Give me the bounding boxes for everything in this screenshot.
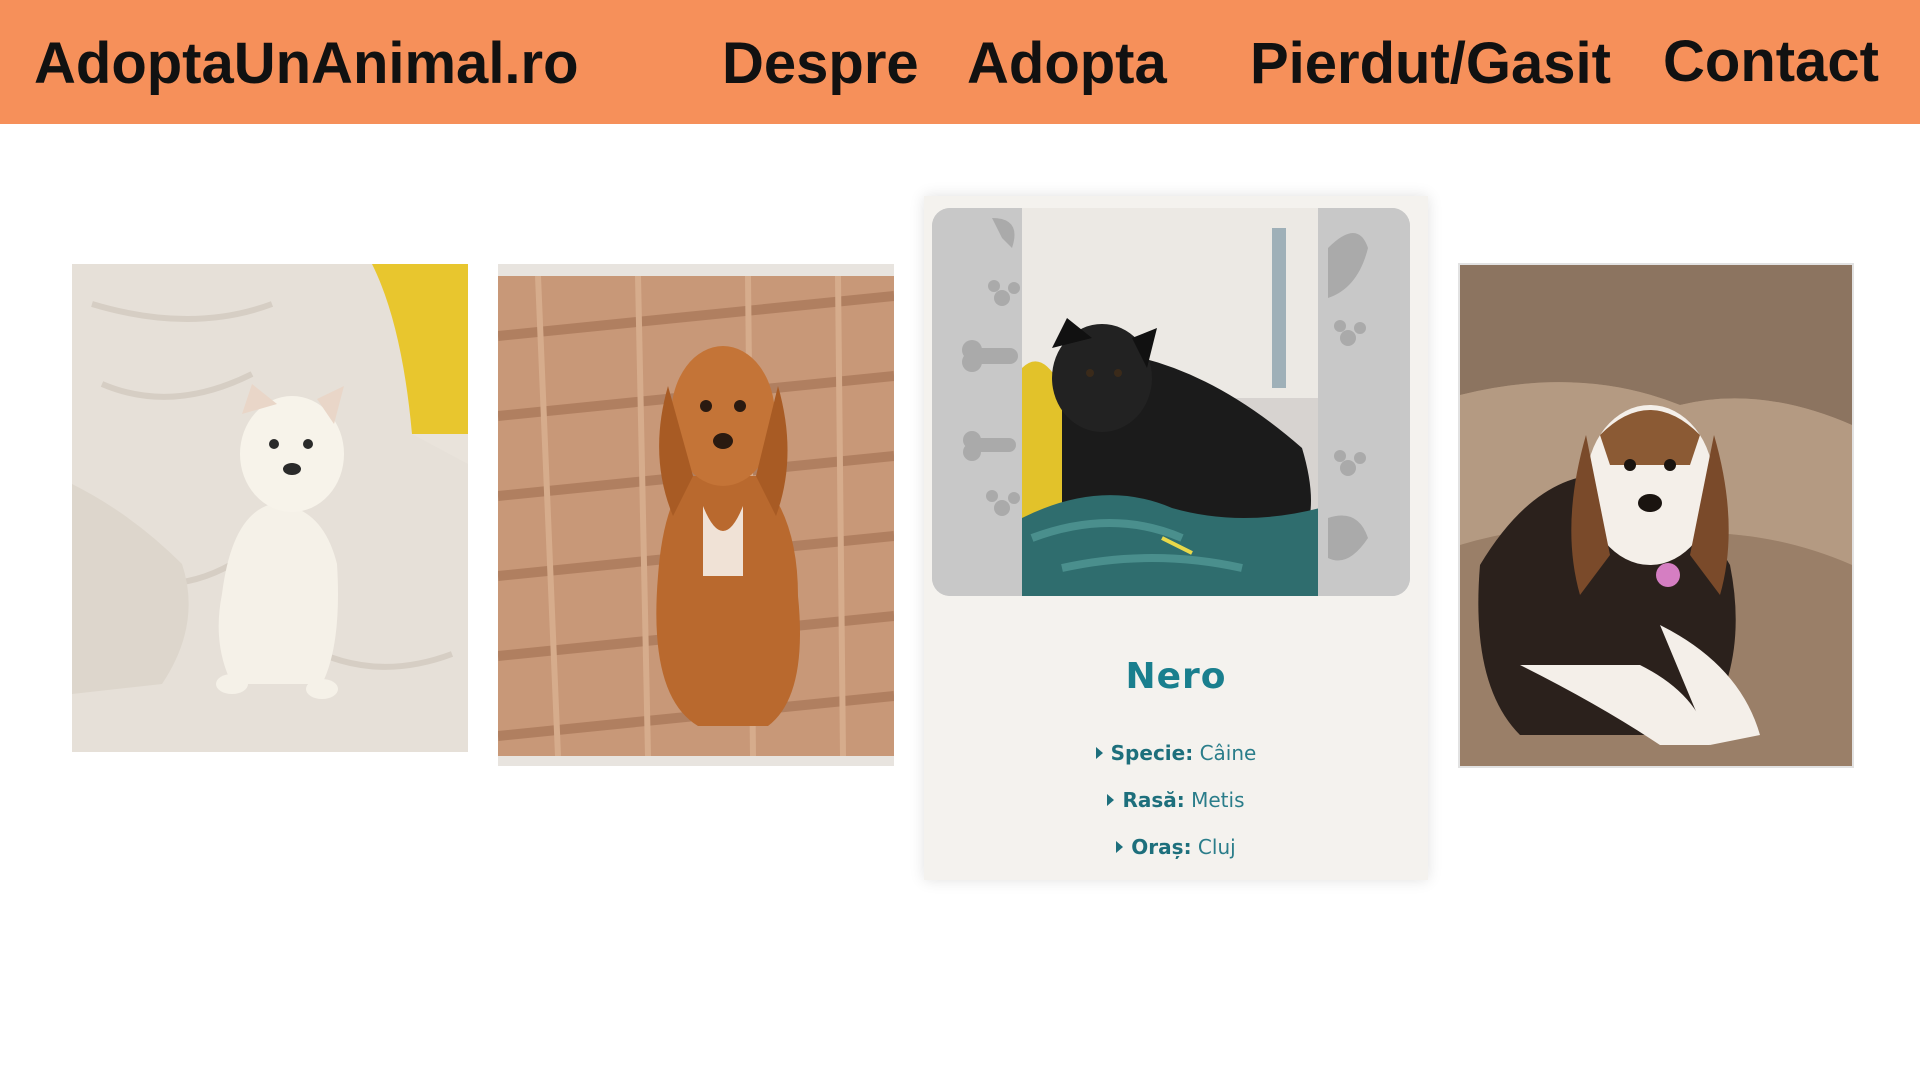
attr-oras: Oraș: Cluj (924, 835, 1428, 859)
pet-photo-white-puppy (72, 264, 468, 752)
caret-right-icon (1107, 794, 1115, 806)
paw-pattern-right (1318, 208, 1410, 596)
attr-rasa-value: Metis (1191, 788, 1245, 812)
attr-oras-label: Oraș: (1131, 835, 1192, 859)
attr-rasa-label: Rasă: (1122, 788, 1185, 812)
navbar: AdoptaUnAnimal.ro Despre Adopta Pierdut/… (0, 0, 1920, 124)
nav-contact[interactable]: Contact (1663, 24, 1879, 100)
attr-oras-value: Cluj (1197, 835, 1236, 859)
caret-right-icon (1116, 841, 1124, 853)
site-logo-link[interactable]: AdoptaUnAnimal.ro (34, 26, 579, 102)
attr-specie: Specie: Câine (924, 741, 1428, 765)
pet-photo-nero (1022, 208, 1320, 596)
featured-pet-card[interactable]: Nero Specie: Câine Rasă: Metis Oraș: Clu… (924, 196, 1428, 880)
pet-photo-spaniel (498, 276, 894, 756)
featured-photo-frame (932, 208, 1410, 596)
pet-card-2[interactable] (498, 264, 894, 766)
paw-pattern-left (932, 208, 1024, 596)
pet-photo-beagle (1460, 265, 1852, 766)
attr-rasa: Rasă: Metis (924, 788, 1428, 812)
caret-right-icon (1095, 747, 1103, 759)
attr-specie-label: Specie: (1110, 741, 1194, 765)
pet-name: Nero (1125, 656, 1227, 697)
nav-pierdut-gasit[interactable]: Pierdut/Gasit (1250, 26, 1611, 102)
nav-despre[interactable]: Despre (722, 26, 919, 102)
pet-card-1[interactable] (72, 264, 468, 752)
pet-card-4[interactable] (1458, 263, 1854, 768)
attr-specie-value: Câine (1199, 741, 1257, 765)
nav-adopta[interactable]: Adopta (967, 26, 1167, 102)
